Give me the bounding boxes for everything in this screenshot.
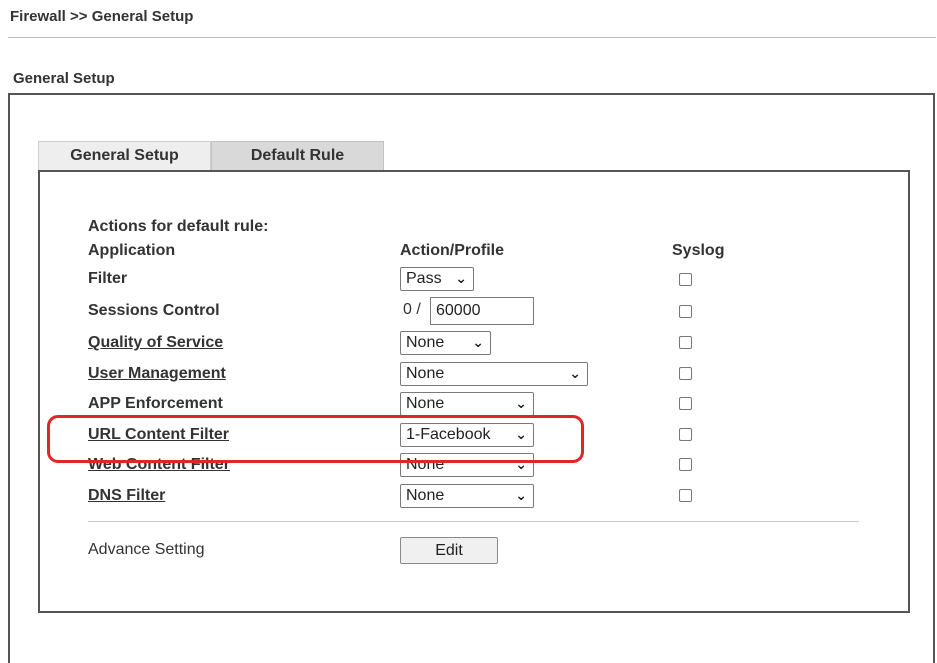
filter-syslog-checkbox[interactable] xyxy=(679,273,692,286)
sessions-control-label: Sessions Control xyxy=(88,302,220,319)
section-title: General Setup xyxy=(13,70,115,87)
dns-filter-link[interactable]: DNS Filter xyxy=(88,487,165,505)
advance-setting-label: Advance Setting xyxy=(88,541,205,558)
url-content-filter-action-value: 1-Facebook xyxy=(406,426,491,443)
breadcrumb: Firewall >> General Setup xyxy=(10,8,194,25)
user-management-syslog-checkbox[interactable] xyxy=(679,367,692,380)
filter-action-select[interactable]: Pass ⌄ xyxy=(400,267,474,291)
app-enforcement-action-select[interactable]: None ⌄ xyxy=(400,392,534,416)
web-content-filter-action-select[interactable]: None ⌄ xyxy=(400,453,534,477)
dns-filter-action-select[interactable]: None ⌄ xyxy=(400,484,534,508)
web-content-filter-link[interactable]: Web Content Filter xyxy=(88,456,230,474)
edit-button[interactable]: Edit xyxy=(400,537,498,564)
dns-filter-syslog-checkbox[interactable] xyxy=(679,489,692,502)
app-enforcement-action-value: None xyxy=(406,395,445,412)
tab-general-setup[interactable]: General Setup xyxy=(38,141,211,170)
chevron-down-icon: ⌄ xyxy=(515,456,527,472)
dns-filter-action-value: None xyxy=(406,487,445,504)
user-management-action-value: None xyxy=(406,365,445,382)
app-enforcement-syslog-checkbox[interactable] xyxy=(679,397,692,410)
chevron-down-icon: ⌄ xyxy=(455,270,467,286)
sessions-limit-input[interactable] xyxy=(430,297,534,325)
url-content-filter-syslog-checkbox[interactable] xyxy=(679,428,692,441)
actions-title: Actions for default rule: xyxy=(88,218,269,235)
chevron-down-icon: ⌄ xyxy=(569,365,581,381)
web-content-filter-action-value: None xyxy=(406,456,445,473)
column-application: Application xyxy=(88,242,176,259)
chevron-down-icon: ⌄ xyxy=(515,487,527,503)
header-divider xyxy=(8,37,936,38)
qos-action-value: None xyxy=(406,334,445,351)
column-syslog: Syslog xyxy=(672,242,725,259)
url-content-filter-link[interactable]: URL Content Filter xyxy=(88,426,229,444)
filter-label: Filter xyxy=(88,270,128,287)
web-content-filter-syslog-checkbox[interactable] xyxy=(679,458,692,471)
qos-action-select[interactable]: None ⌄ xyxy=(400,331,491,355)
filter-action-value: Pass xyxy=(406,270,442,287)
sessions-syslog-checkbox[interactable] xyxy=(679,305,692,318)
chevron-down-icon: ⌄ xyxy=(515,395,527,411)
user-management-action-select[interactable]: None ⌄ xyxy=(400,362,588,386)
sessions-current-count: 0 / xyxy=(403,301,421,318)
qos-syslog-checkbox[interactable] xyxy=(679,336,692,349)
app-enforcement-label: APP Enforcement xyxy=(88,395,223,412)
chevron-down-icon: ⌄ xyxy=(515,426,527,442)
user-management-link[interactable]: User Management xyxy=(88,365,226,383)
tab-default-rule[interactable]: Default Rule xyxy=(211,141,384,170)
section-divider xyxy=(88,521,859,522)
qos-link[interactable]: Quality of Service xyxy=(88,334,223,352)
column-action-profile: Action/Profile xyxy=(400,242,505,259)
chevron-down-icon: ⌄ xyxy=(472,334,484,350)
url-content-filter-action-select[interactable]: 1-Facebook ⌄ xyxy=(400,423,534,447)
